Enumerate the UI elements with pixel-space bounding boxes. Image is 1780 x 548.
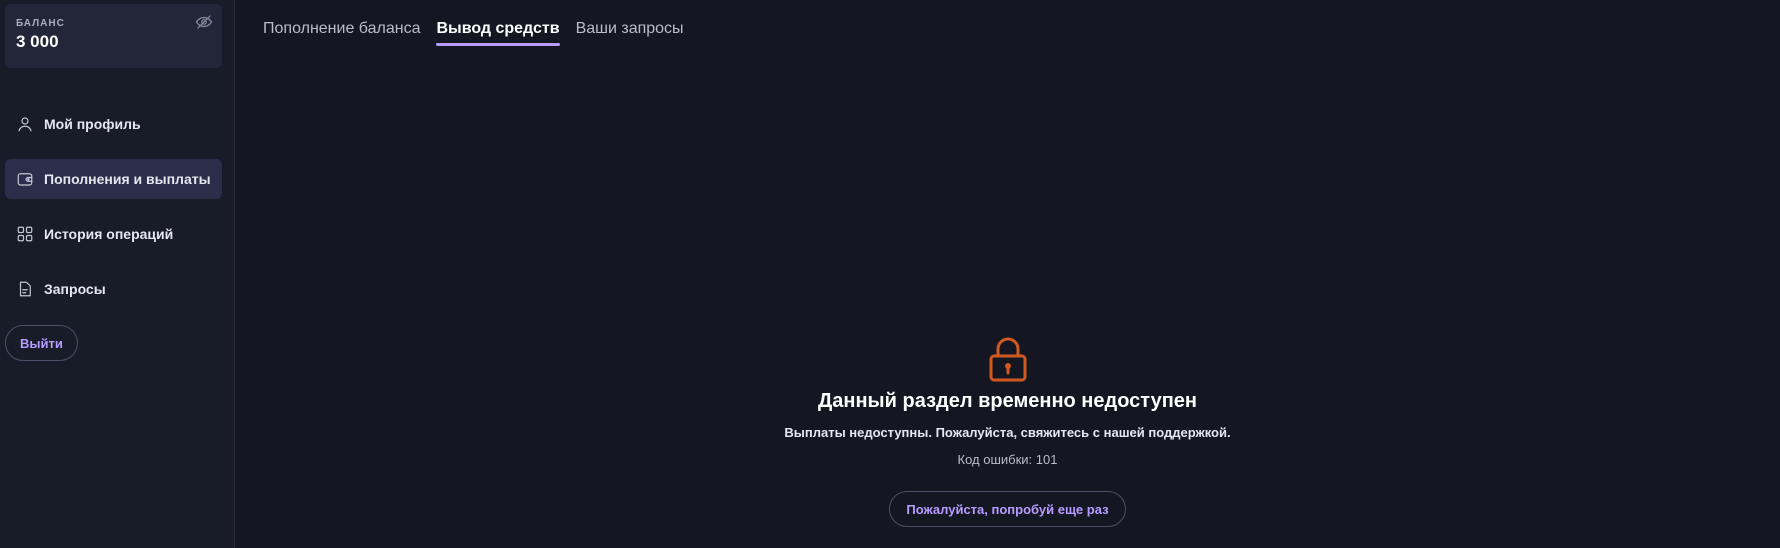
- sidebar-item-label: Запросы: [44, 281, 106, 297]
- app-root: БАЛАНС 3 000 Мой профиль Пополнения и вы…: [0, 0, 1780, 548]
- sidebar-item-payments[interactable]: Пополнения и выплаты: [5, 159, 222, 199]
- tab-deposit[interactable]: Пополнение баланса: [263, 20, 420, 46]
- unavailable-description: Выплаты недоступны. Пожалуйста, свяжитес…: [784, 425, 1231, 440]
- grid-icon: [15, 224, 35, 244]
- retry-button[interactable]: Пожалуйста, попробуй еще раз: [889, 491, 1126, 527]
- balance-value: 3 000: [16, 32, 59, 51]
- lock-icon: [989, 337, 1026, 382]
- unavailable-title: Данный раздел временно недоступен: [818, 390, 1197, 412]
- sidebar-item-label: История операций: [44, 226, 174, 242]
- sidebar-nav: Мой профиль Пополнения и выплаты История…: [5, 104, 222, 309]
- main-content: Пополнение баланса Вывод средств Ваши за…: [235, 0, 1780, 548]
- tabs: Пополнение баланса Вывод средств Ваши за…: [263, 20, 684, 46]
- error-code: Код ошибки: 101: [957, 452, 1058, 467]
- unavailable-state: Данный раздел временно недоступен Выплат…: [235, 336, 1780, 527]
- sidebar-item-history[interactable]: История операций: [5, 214, 222, 254]
- sidebar-item-label: Мой профиль: [44, 116, 141, 132]
- tab-withdraw[interactable]: Вывод средств: [436, 20, 560, 46]
- tab-requests[interactable]: Ваши запросы: [576, 20, 684, 46]
- user-icon: [15, 114, 35, 134]
- balance-card: БАЛАНС 3 000: [5, 4, 222, 68]
- eye-off-icon[interactable]: [195, 13, 213, 31]
- sidebar-item-label: Пополнения и выплаты: [44, 171, 211, 187]
- logout-button[interactable]: Выйти: [5, 325, 78, 361]
- wallet-icon: [15, 169, 35, 189]
- document-icon: [15, 279, 35, 299]
- sidebar: БАЛАНС 3 000 Мой профиль Пополнения и вы…: [0, 0, 235, 548]
- balance-label: БАЛАНС: [16, 18, 65, 29]
- sidebar-item-requests[interactable]: Запросы: [5, 269, 222, 309]
- sidebar-item-profile[interactable]: Мой профиль: [5, 104, 222, 144]
